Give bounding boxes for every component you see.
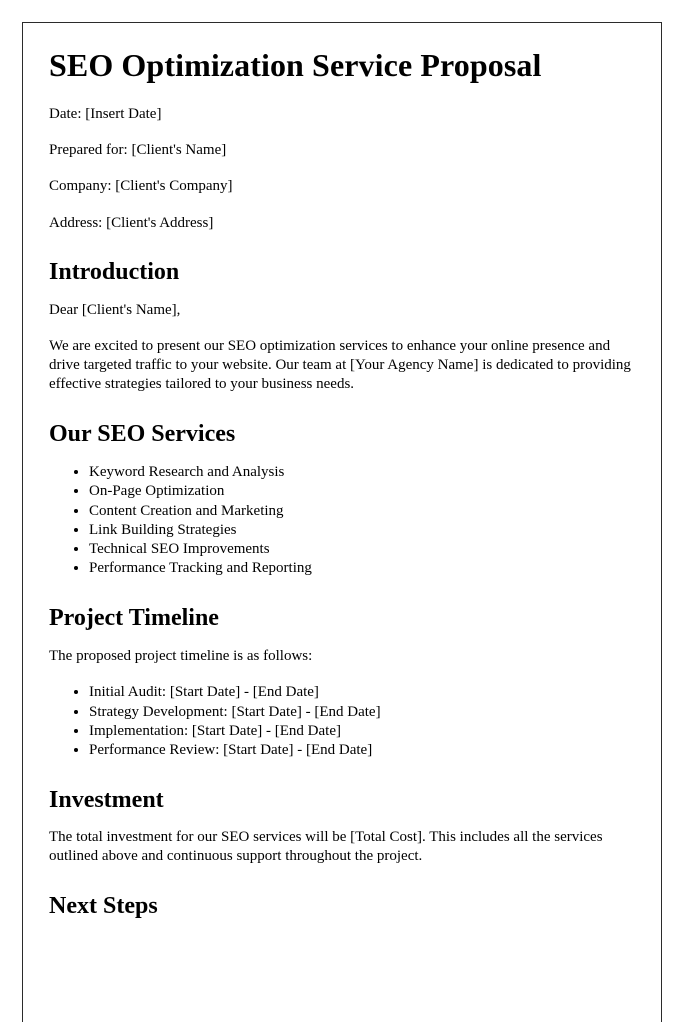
document-body: SEO Optimization Service Proposal Date: … [23,23,661,921]
section-heading-next-steps: Next Steps [49,893,158,920]
list-item: Performance Review: [Start Date] - [End … [89,741,635,759]
document-page: SEO Optimization Service Proposal Date: … [22,22,662,1022]
list-item: Performance Tracking and Reporting [89,559,635,577]
timeline-list: Initial Audit: [Start Date] - [End Date]… [49,683,635,759]
list-item: Implementation: [Start Date] - [End Date… [89,722,635,740]
investment-paragraph: The total investment for our SEO service… [49,829,603,865]
meta-line-address: Address: [Client's Address] [49,214,214,231]
list-item: Strategy Development: [Start Date] - [En… [89,703,635,721]
list-item: Link Building Strategies [89,521,635,539]
timeline-lead-text: The proposed project timeline is as foll… [49,647,313,664]
services-list: Keyword Research and Analysis On-Page Op… [49,463,635,578]
introduction-salutation: Dear [Client's Name], [49,301,181,318]
list-item: Content Creation and Marketing [89,502,635,520]
meta-line-date: Date: [Insert Date] [49,105,162,122]
list-item: On-Page Optimization [89,482,635,500]
page-title: SEO Optimization Service Proposal [49,47,542,83]
introduction-paragraph: We are excited to present our SEO optimi… [49,338,631,393]
meta-line-prepared-for: Prepared for: [Client's Name] [49,142,227,159]
section-heading-project-timeline: Project Timeline [49,604,219,631]
section-heading-investment: Investment [49,786,164,813]
list-item: Technical SEO Improvements [89,540,635,558]
list-item: Initial Audit: [Start Date] - [End Date] [89,683,635,701]
section-heading-our-seo-services: Our SEO Services [49,421,236,448]
meta-line-company: Company: [Client's Company] [49,178,233,195]
list-item: Keyword Research and Analysis [89,463,635,481]
section-heading-introduction: Introduction [49,258,180,285]
